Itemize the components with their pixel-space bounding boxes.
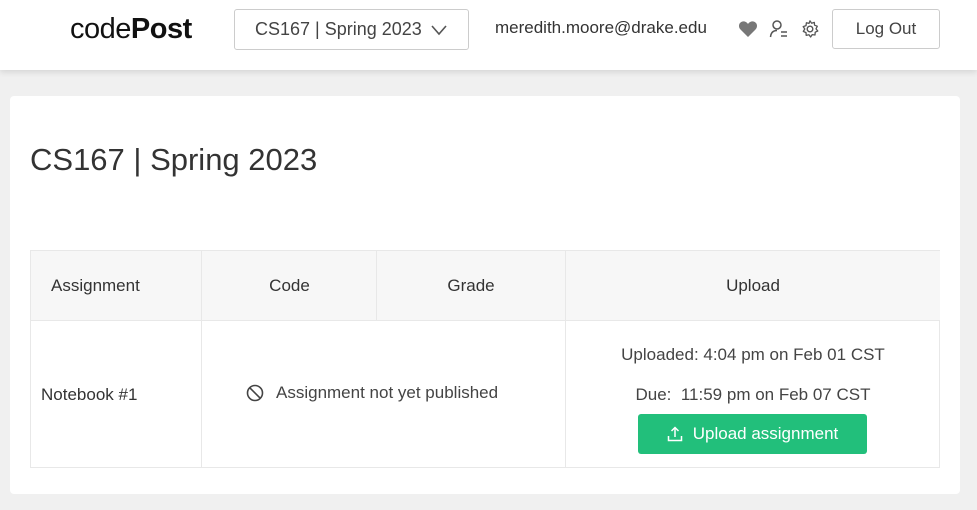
assignment-name: Notebook #1 (41, 385, 138, 404)
column-header-assignment: Assignment (31, 251, 201, 321)
not-published-text: Assignment not yet published (276, 383, 499, 402)
column-header-code: Code (202, 251, 377, 321)
heart-icon[interactable] (737, 18, 759, 40)
course-selector-label: CS167 | Spring 2023 (255, 19, 422, 39)
uploaded-timestamp: Uploaded: 4:04 pm on Feb 01 CST (621, 345, 885, 364)
codepost-logo[interactable]: codePost (70, 13, 192, 46)
chevron-down-icon (431, 25, 447, 36)
course-selector[interactable]: CS167 | Spring 2023 (234, 9, 469, 50)
due-date: Due: 11:59 pm on Feb 07 CST (635, 385, 871, 404)
logo-regular: code (70, 13, 131, 45)
user-switch-icon[interactable] (768, 18, 790, 40)
gear-icon[interactable] (799, 18, 821, 40)
assignments-table: Assignment Code Grade Upload Notebook #1… (30, 250, 940, 468)
column-header-grade: Grade (377, 251, 565, 321)
column-divider (376, 251, 377, 321)
upload-assignment-button[interactable]: Upload assignment (638, 414, 867, 454)
page-title: CS167 | Spring 2023 (30, 142, 318, 177)
upload-icon (667, 426, 682, 442)
logout-button[interactable]: Log Out (832, 9, 940, 49)
top-navbar: codePost CS167 | Spring 2023 meredith.mo… (0, 0, 977, 70)
upload-button-label: Upload assignment (692, 424, 839, 443)
logo-bold: Post (130, 13, 192, 45)
not-published-status: Assignment not yet published (246, 383, 498, 403)
course-card: CS167 | Spring 2023 Assignment Code Grad… (10, 96, 960, 494)
column-header-upload: Upload (566, 251, 940, 321)
user-email: meredith.moore@drake.edu (495, 18, 707, 37)
ban-icon (246, 384, 264, 402)
column-divider (201, 251, 202, 467)
